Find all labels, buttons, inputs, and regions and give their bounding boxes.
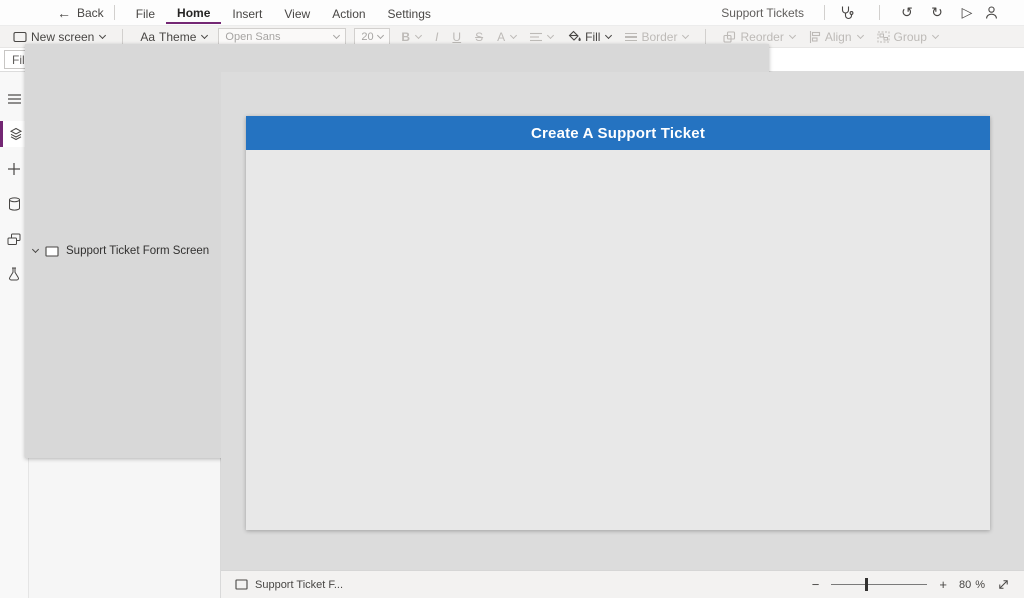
tree-view-panel: Tree view × Screens Components App [29, 72, 221, 598]
divider [122, 29, 123, 44]
chevron-down-icon[interactable] [32, 246, 39, 253]
font-family-select[interactable]: Open Sans [218, 28, 346, 45]
theme-icon: Aa [140, 30, 155, 44]
menu-view[interactable]: View [273, 3, 321, 23]
border-icon [625, 32, 637, 42]
align-button[interactable]: Align [802, 26, 870, 47]
app-name: Support Tickets [721, 6, 804, 20]
undo-icon[interactable]: ↺ [894, 4, 920, 21]
menu-insert[interactable]: Insert [221, 3, 273, 23]
new-screen-icon [13, 31, 27, 43]
divider [705, 29, 706, 44]
user-account-icon[interactable] [984, 5, 1010, 20]
media-icon[interactable] [0, 226, 28, 252]
font-size-select[interactable]: 20 [354, 28, 390, 45]
align-icon [809, 31, 821, 43]
back-label: Back [77, 6, 104, 20]
tree-view-icon[interactable] [0, 121, 28, 147]
zoom-in-button[interactable]: + [939, 577, 947, 592]
menu-action[interactable]: Action [321, 3, 376, 23]
screen-title-text: Create A Support Ticket [531, 125, 705, 142]
back-button[interactable]: ← Back [57, 5, 104, 21]
current-screen-label: Support Ticket F... [255, 579, 343, 591]
menu-home[interactable]: Home [166, 2, 221, 24]
app-checker-icon[interactable] [839, 5, 865, 20]
fit-to-window-icon[interactable] [997, 578, 1010, 591]
data-sources-icon[interactable] [0, 191, 28, 217]
text-align-icon [530, 32, 542, 42]
design-canvas[interactable]: Create A Support Ticket [221, 72, 1024, 570]
divider [114, 5, 115, 20]
menu-file[interactable]: File [125, 3, 166, 23]
insert-plus-icon[interactable] [0, 156, 28, 182]
app-screen-preview[interactable]: Create A Support Ticket [246, 116, 990, 530]
group-icon [877, 31, 890, 43]
group-button[interactable]: Group [870, 26, 945, 47]
fill-bucket-icon [567, 30, 581, 43]
zoom-slider[interactable] [831, 584, 927, 585]
top-menu-bar: ← Back File Home Insert View Action Sett… [0, 0, 1024, 26]
advanced-tools-icon[interactable] [0, 261, 28, 287]
screen-icon [45, 246, 59, 257]
zoom-out-button[interactable]: − [812, 577, 820, 592]
redo-icon[interactable]: ↻ [924, 4, 950, 21]
screen-icon [235, 579, 248, 590]
hamburger-menu-icon[interactable] [0, 86, 28, 112]
status-bar: Support Ticket F... − + 80 % [221, 570, 1024, 598]
current-screen-indicator[interactable]: Support Ticket F... [235, 579, 343, 591]
menu-settings[interactable]: Settings [377, 3, 442, 23]
divider [879, 5, 880, 20]
reorder-icon [723, 31, 736, 43]
zoom-slider-handle[interactable] [865, 578, 868, 591]
back-arrow-icon: ← [57, 5, 71, 21]
screen-titlebar[interactable]: Create A Support Ticket [246, 116, 990, 150]
zoom-percentage: 80 % [959, 579, 985, 591]
divider [824, 5, 825, 20]
play-preview-icon[interactable]: ▷ [954, 4, 980, 21]
